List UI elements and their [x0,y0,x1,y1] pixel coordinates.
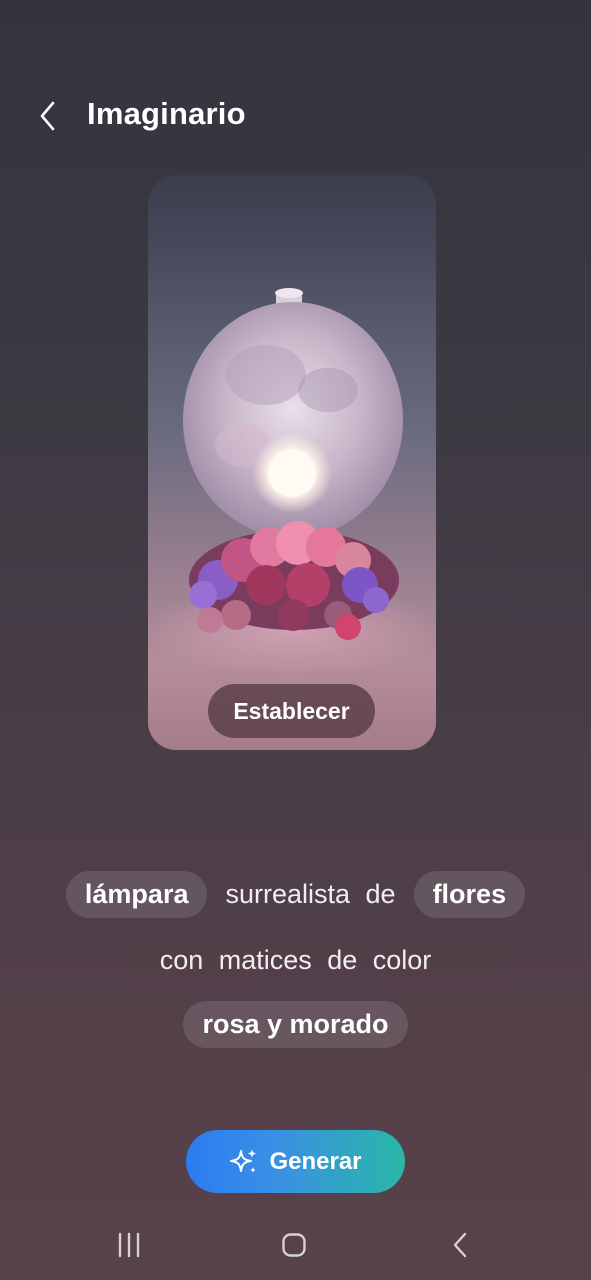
recents-icon [118,1232,140,1258]
chevron-left-icon [40,101,55,131]
prompt-text-2: con matices de color [159,944,432,975]
page-title: Imaginario [87,96,246,131]
set-wallpaper-button[interactable]: Establecer [208,684,375,738]
generated-image-card: Establecer [148,175,436,750]
generate-button[interactable]: Generar [186,1130,405,1193]
prompt-text-1: surrealista de [225,878,396,909]
prompt-line-1: lámpara surrealista de flores [0,870,591,918]
nav-back-button[interactable] [438,1225,482,1265]
prompt-chip-object[interactable]: lámpara [65,870,208,918]
generate-label: Generar [269,1147,362,1175]
system-navigation-bar [0,1215,591,1275]
home-icon [282,1233,306,1257]
back-button[interactable] [30,98,66,134]
sparkle-icon [230,1148,257,1173]
header: Imaginario [0,86,591,146]
prompt-line-2: con matices de color [0,936,591,984]
prompt-chip-color[interactable]: rosa y morado [183,1000,408,1048]
prompt-chip-subject[interactable]: flores [413,870,526,918]
generated-image [148,288,436,675]
recents-button[interactable] [107,1225,151,1265]
prompt-line-3: rosa y morado [0,1000,591,1048]
back-icon [453,1232,467,1258]
home-button[interactable] [272,1225,316,1265]
